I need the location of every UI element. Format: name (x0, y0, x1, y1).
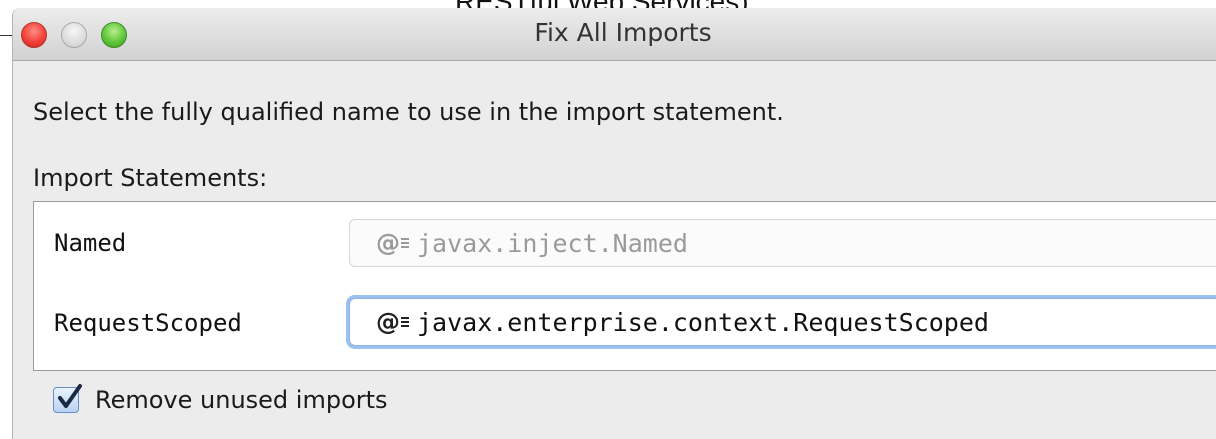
import-select-requestscoped-value: javax.enterprise.context.RequestScoped (417, 307, 989, 337)
remove-unused-imports-option[interactable]: Remove unused imports (53, 384, 388, 414)
remove-unused-imports-label: Remove unused imports (95, 386, 388, 414)
import-row-label-requestscoped: RequestScoped (54, 309, 242, 337)
instruction-text: Select the fully qualified name to use i… (33, 98, 784, 126)
import-select-named: @ javax.inject.Named (349, 219, 1216, 267)
window-title: Fix All Imports (534, 18, 712, 47)
checkmark-icon (58, 384, 82, 408)
import-statements-panel: Named @ javax.inject.Named RequestScoped… (33, 201, 1216, 371)
annotation-icon: @ (376, 310, 409, 334)
import-row-label-named: Named (54, 229, 127, 257)
annotation-icon: @ (376, 231, 409, 255)
import-select-requestscoped[interactable]: @ javax.enterprise.context.RequestScoped (349, 298, 1216, 346)
import-statements-label: Import Statements: (33, 164, 268, 192)
import-select-named-value: javax.inject.Named (417, 228, 688, 258)
screen: RESTful Web Services) Fix All Imports Se… (0, 0, 1216, 439)
remove-unused-imports-checkbox[interactable] (53, 384, 82, 413)
title-bar[interactable]: Fix All Imports (13, 8, 1216, 61)
fix-all-imports-dialog: Fix All Imports Select the fully qualifi… (12, 8, 1216, 439)
